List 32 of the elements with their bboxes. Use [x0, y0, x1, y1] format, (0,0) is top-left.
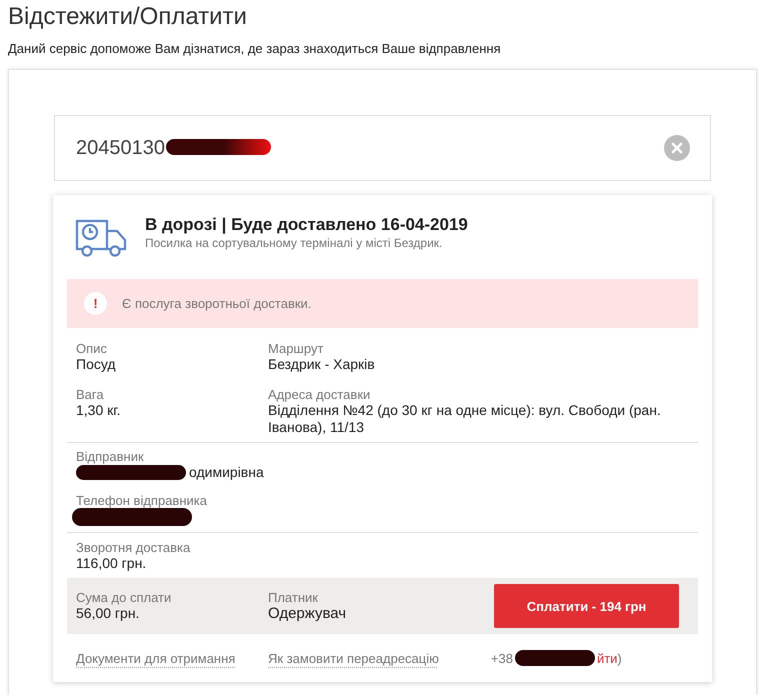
field-label: Адреса доставки [268, 387, 372, 402]
field-value: Відділення №42 (до 30 кг на одне місце): вул. Свободи (ран. Іванова), 11/13 [268, 402, 662, 436]
field-value: Бездрик - Харків [268, 356, 376, 373]
field-label: Вага [76, 387, 105, 402]
warning-icon: ! [84, 292, 107, 315]
clear-icon[interactable] [664, 135, 690, 161]
status-title: В дорозі | Буде доставлено 16-04-2019 [145, 215, 468, 235]
field-value: 56,00 грн. [76, 605, 140, 622]
page-subtitle: Даний сервіс допоможе Вам дізнатися, де зараз знаходиться Ваше відправлення [8, 41, 502, 57]
truck-icon [75, 217, 127, 257]
field-value: одимирівна [189, 464, 264, 481]
field-value: 1,30 кг. [76, 402, 122, 419]
field-value: Одержувач [268, 605, 348, 622]
field-value: Посуд [76, 356, 117, 373]
help-link[interactable]: Як замовити переадресацію [268, 650, 439, 666]
field-label: Опис [76, 341, 108, 356]
field-label: Відправник [76, 449, 145, 464]
phone-prefix: +38 [490, 650, 513, 666]
page-title: Відстежити/Оплатити [7, 2, 248, 32]
field-label: Сума до сплати [76, 590, 172, 605]
field-label: Платник [268, 590, 319, 605]
help-link[interactable]: Документи для отримання [76, 650, 268, 666]
field-label: Маршрут [268, 341, 324, 356]
field-value: 116,00 грн. [76, 555, 148, 572]
field-label: Телефон відправника [76, 493, 208, 508]
alert-text: Є послуга зворотньої доставки. [122, 296, 312, 311]
pay-button[interactable]: Сплатити - 194 грн [494, 584, 679, 628]
closing-paren: ) [617, 650, 622, 666]
logout-link[interactable]: йти [596, 650, 618, 666]
tracking-field[interactable]: 20450130 [54, 115, 711, 181]
status-detail: Посилка на сортувальному терміналі у місті Бездрик. [145, 235, 444, 251]
field-label: Зворотня доставка [76, 540, 192, 555]
